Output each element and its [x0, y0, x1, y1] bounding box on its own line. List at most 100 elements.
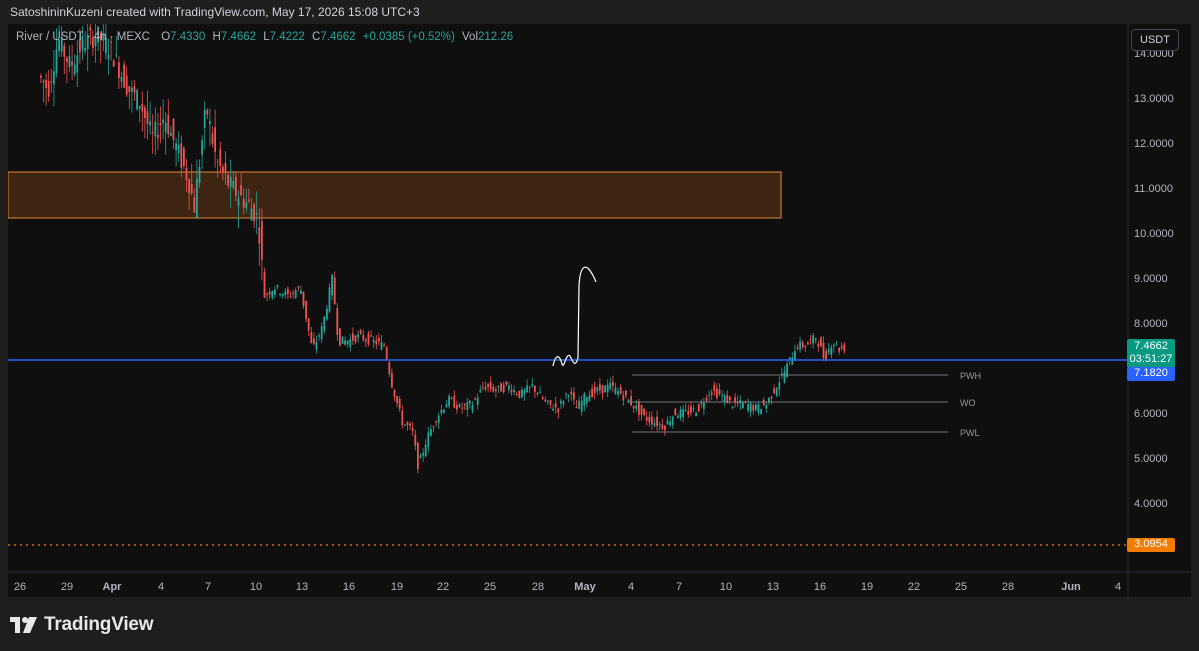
time-tick-label: 16	[343, 581, 355, 593]
candle-body	[53, 71, 55, 85]
candle-body	[565, 393, 567, 395]
credit-text: SatoshininKuzeni created with TradingVie…	[10, 5, 420, 19]
candle-body	[310, 332, 313, 343]
candle-body	[201, 140, 203, 155]
candle-body	[583, 393, 586, 406]
candle-body	[513, 389, 515, 392]
candle-body	[664, 425, 666, 431]
candle-body	[622, 394, 625, 401]
candle-body	[263, 271, 266, 298]
candle-body	[835, 343, 838, 345]
open-label: O	[161, 31, 171, 43]
candle-body	[432, 426, 435, 428]
candle-body	[557, 408, 560, 413]
brand-name: TradingView	[44, 614, 154, 635]
candle-body	[448, 396, 450, 406]
candle-body	[703, 402, 705, 409]
symbol-legend: River / USDT · 4h · MEXC O7.4330 H7.4662…	[16, 31, 517, 43]
candle-body	[562, 401, 565, 405]
candle-body	[822, 342, 825, 359]
candle-body	[445, 404, 448, 408]
candle-body	[775, 387, 778, 396]
projection-drawing[interactable]	[552, 266, 597, 367]
candle-body	[307, 318, 310, 331]
time-tick-label: 10	[250, 581, 262, 593]
currency-button[interactable]: USDT	[1131, 29, 1179, 51]
chart-canvas[interactable]: PWH WO PWL 14.000013.000012.000011.00001…	[8, 24, 1191, 597]
candle-body	[398, 398, 401, 409]
candle-body	[50, 81, 53, 83]
candle-body	[630, 396, 632, 406]
candle-body	[820, 337, 822, 347]
candle-body	[635, 405, 638, 409]
candle-body	[203, 109, 206, 129]
candle-body	[315, 341, 318, 350]
candle-body	[593, 386, 596, 394]
candle-body	[118, 62, 120, 78]
candle-body	[294, 290, 297, 298]
candle-body	[349, 338, 352, 347]
candle-body	[560, 400, 562, 404]
candle-body	[554, 403, 557, 408]
candle-body	[365, 339, 367, 342]
candle-body	[502, 384, 505, 393]
volume-value: 212.26	[478, 31, 514, 43]
price-axis[interactable]: 14.000013.000012.000011.000010.00009.000…	[1134, 48, 1174, 510]
candle-body	[765, 404, 768, 409]
candle-body	[619, 386, 622, 395]
time-tick-label: May	[574, 581, 596, 593]
candle-body	[131, 87, 133, 92]
candle-body	[596, 387, 599, 392]
candle-body	[40, 75, 42, 78]
candle-body	[638, 402, 640, 415]
candle-body	[682, 409, 684, 418]
candle-body	[640, 404, 643, 415]
candle-body	[466, 402, 469, 410]
candle-body	[42, 80, 45, 83]
supply-zone[interactable]	[8, 171, 782, 219]
candle-body	[372, 339, 375, 343]
candle-body	[47, 81, 50, 97]
candle-body	[456, 405, 458, 410]
candle-body	[830, 347, 833, 355]
candle-body	[357, 334, 359, 338]
bar-countdown: 03:51:27	[1129, 353, 1173, 365]
high-value: 7.4662	[220, 31, 257, 43]
candle-body	[211, 133, 214, 144]
candle-body	[757, 404, 760, 414]
candle-body	[469, 401, 471, 404]
time-tick-label: Jun	[1061, 581, 1081, 593]
candle-body	[250, 208, 253, 221]
candle-body	[175, 143, 177, 151]
tradingview-brand[interactable]: TradingView	[10, 613, 154, 637]
candle-body	[313, 338, 315, 344]
candle-body	[414, 434, 417, 446]
candle-body	[333, 277, 336, 305]
candle-body	[151, 131, 154, 134]
candle-body	[692, 407, 695, 409]
candle-body	[128, 86, 131, 93]
candle-body	[146, 111, 149, 125]
candle-body	[760, 409, 762, 415]
candle-body	[510, 389, 513, 393]
candle-body	[66, 57, 68, 63]
candle-body	[773, 388, 775, 394]
candle-body	[268, 292, 271, 295]
candle-body	[518, 390, 521, 398]
candle-body	[609, 382, 612, 389]
price-tick-label: 13.0000	[1134, 93, 1174, 105]
candle-body	[344, 340, 346, 345]
candle-body	[300, 290, 302, 294]
chart-pane[interactable]: River / USDT · 4h · MEXC O7.4330 H7.4662…	[8, 24, 1191, 597]
candle-body	[606, 384, 609, 393]
candle-body	[292, 292, 294, 294]
candle-body	[718, 389, 721, 395]
time-axis[interactable]: 26 29 Apr 4 7 10 13 16 19 22 25 28 May 4 7 10 13 16 19 22 25…	[14, 581, 1121, 593]
time-tick-label: 4	[158, 581, 164, 593]
symbol-name[interactable]: River / USDT · 4h · MEXC	[16, 31, 150, 43]
candle-body	[573, 392, 575, 400]
candle-body	[549, 400, 552, 405]
candle-body	[755, 404, 757, 410]
candle-body	[495, 389, 497, 392]
candle-body	[599, 384, 601, 391]
